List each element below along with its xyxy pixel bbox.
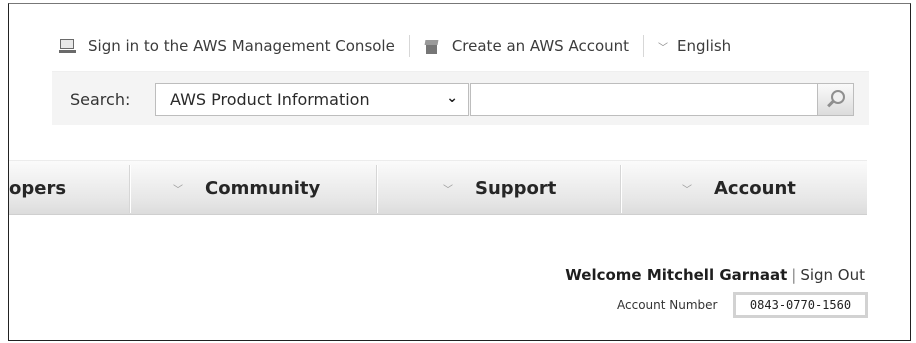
nav-item-support[interactable]: ﹀ Support	[443, 161, 618, 215]
top-links: Sign in to the AWS Management Console Cr…	[59, 35, 731, 57]
chevron-down-icon: ﹀	[173, 184, 183, 196]
monitor-icon	[59, 39, 76, 53]
welcome-text: Welcome Mitchell Garnaat	[565, 266, 788, 284]
nav-item-label: Support	[475, 177, 557, 199]
welcome-line: Welcome Mitchell Garnaat | Sign Out	[565, 266, 865, 284]
divider	[408, 35, 410, 57]
nav-divider	[621, 165, 622, 213]
nav-item-label: opers	[9, 177, 67, 199]
search-bar: Search: AWS Product Information ⌄	[52, 71, 869, 125]
chevron-down-icon: ﹀	[682, 184, 692, 196]
separator: |	[791, 266, 797, 284]
box-icon	[424, 39, 439, 54]
account-number-value: 0843-0770-1560	[733, 292, 868, 318]
nav-item-developers[interactable]: opers	[9, 161, 123, 215]
nav-item-label: Account	[714, 177, 796, 199]
language-selector[interactable]: ﹀ English	[658, 37, 731, 55]
nav-divider	[377, 165, 378, 213]
create-account-link[interactable]: Create an AWS Account	[424, 37, 629, 55]
search-scope-select[interactable]: AWS Product Information ⌄	[155, 83, 469, 116]
account-number-label: Account Number	[617, 298, 718, 312]
signin-console-label[interactable]: Sign in to the AWS Management Console	[88, 37, 395, 55]
search-button[interactable]	[817, 83, 854, 116]
nav-item-community[interactable]: ﹀ Community	[173, 161, 378, 215]
chevron-down-icon: ⌄	[446, 90, 458, 106]
divider	[643, 35, 645, 57]
nav-item-account[interactable]: ﹀ Account	[682, 161, 862, 215]
search-input[interactable]	[470, 83, 817, 116]
sign-out-link[interactable]: Sign Out	[800, 266, 865, 284]
search-label: Search:	[70, 90, 131, 109]
nav-item-label: Community	[205, 177, 321, 199]
create-account-label[interactable]: Create an AWS Account	[452, 37, 629, 55]
chevron-down-icon: ﹀	[443, 184, 453, 196]
signin-console-link[interactable]: Sign in to the AWS Management Console	[59, 37, 395, 55]
main-nav: opers ﹀ Community ﹀ Support ﹀ Account	[9, 160, 867, 215]
language-label[interactable]: English	[677, 37, 731, 55]
chevron-down-icon: ﹀	[658, 42, 669, 54]
search-scope-value: AWS Product Information	[170, 90, 370, 109]
nav-divider	[130, 165, 131, 213]
